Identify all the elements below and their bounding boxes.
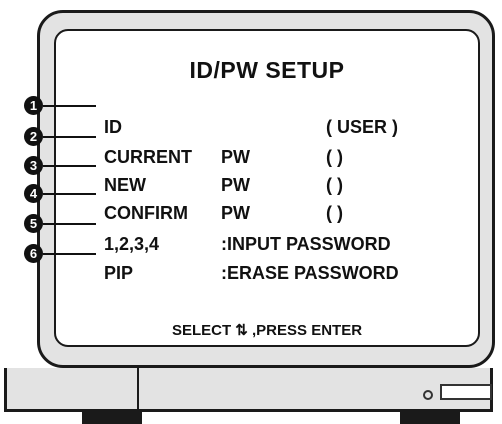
recorder-base — [4, 368, 493, 412]
row-pip-desc: :ERASE PASSWORD — [221, 263, 399, 283]
disc-slot — [440, 384, 492, 400]
callout-line-4 — [43, 193, 96, 195]
row-confirm-label: CONFIRM — [104, 203, 188, 223]
callout-marker-1: 1 — [24, 96, 43, 115]
osd-screen: ID/PW SETUP ID ( USER ) CURRENT PW ( ) N… — [54, 29, 480, 347]
row-id-label: ID — [104, 117, 122, 137]
callout-line-2 — [43, 136, 96, 138]
osd-title: ID/PW SETUP — [189, 57, 345, 83]
confirm-password-field[interactable]: ( ) — [326, 203, 343, 224]
callout-line-5 — [43, 223, 96, 225]
left-foot — [82, 412, 142, 424]
current-password-field[interactable]: ( ) — [326, 147, 343, 168]
new-password-field[interactable]: ( ) — [326, 175, 343, 196]
row-input-desc: :INPUT PASSWORD — [221, 234, 391, 254]
base-divider — [137, 368, 139, 409]
right-foot — [400, 412, 460, 424]
callout-marker-6: 6 — [24, 244, 43, 263]
row-current-pw: PW — [221, 147, 250, 167]
callout-line-1 — [43, 105, 96, 107]
row-confirm-pw: PW — [221, 203, 250, 223]
row-new-pw: PW — [221, 175, 250, 195]
row-new-label: NEW — [104, 175, 146, 195]
callout-marker-5: 5 — [24, 214, 43, 233]
row-pip-key: PIP — [104, 263, 134, 283]
power-led-icon — [423, 390, 433, 400]
row-current-label: CURRENT — [104, 147, 192, 167]
row-id-value[interactable]: ( USER ) — [326, 117, 398, 138]
callout-line-6 — [43, 253, 96, 255]
monitor-bezel: ID/PW SETUP ID ( USER ) CURRENT PW ( ) N… — [37, 10, 495, 368]
row-input-keys: 1,2,3,4 — [104, 234, 160, 254]
callout-marker-2: 2 — [24, 127, 43, 146]
callout-marker-4: 4 — [24, 184, 43, 203]
callout-line-3 — [43, 165, 96, 167]
osd-footer-hint: SELECT ⇅ ,PRESS ENTER — [171, 322, 363, 339]
callout-marker-3: 3 — [24, 156, 43, 175]
